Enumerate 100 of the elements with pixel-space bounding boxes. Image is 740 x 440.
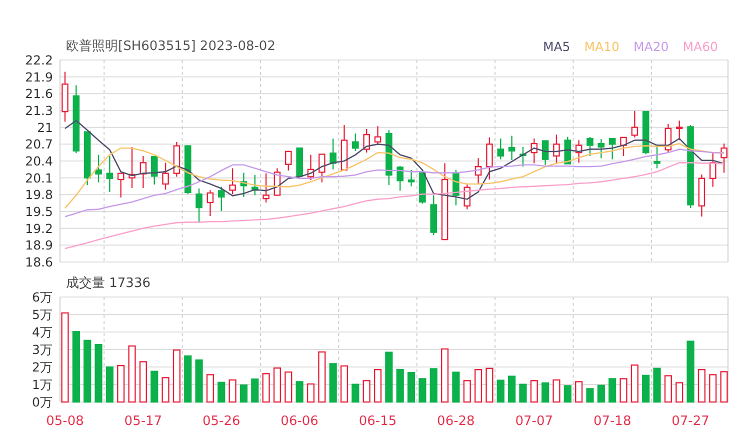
- volume-bar: [620, 378, 628, 403]
- rising-candlestick: [173, 142, 180, 177]
- volume-bar: [396, 369, 404, 403]
- volume-bar: [206, 374, 214, 403]
- volume-bar: [530, 380, 538, 403]
- volume-bar: [542, 382, 550, 403]
- volume-bar: [508, 376, 516, 403]
- rising-candlestick: [307, 154, 314, 180]
- volume-bar: [374, 369, 382, 403]
- rising-candlestick: [262, 173, 270, 203]
- rising-candlestick: [340, 125, 348, 171]
- volume-bar: [106, 366, 114, 403]
- axis-tick-label: 2万: [32, 360, 53, 374]
- volume-bar: [440, 348, 449, 403]
- volume-bar: [407, 372, 416, 403]
- rising-candlestick: [709, 153, 716, 187]
- falling-candlestick: [386, 130, 392, 186]
- falling-candlestick: [508, 136, 516, 160]
- falling-candlestick: [352, 134, 359, 151]
- rising-candlestick: [553, 134, 560, 164]
- volume-bar: [117, 365, 125, 403]
- rising-candlestick: [575, 140, 582, 163]
- axis-tick-label: 1万: [32, 377, 53, 392]
- volume-bar: [172, 349, 180, 403]
- volume-bar: [653, 368, 661, 403]
- axis-tick-label: 20.7: [25, 136, 53, 152]
- volume-bar: [273, 367, 282, 403]
- rising-candlestick: [229, 168, 236, 194]
- volume-bar: [474, 369, 482, 403]
- rising-candlestick: [162, 162, 169, 190]
- date-label: 07-07: [515, 414, 554, 429]
- falling-candlestick: [240, 172, 248, 197]
- falling-candlestick: [396, 166, 404, 191]
- falling-candlestick: [72, 85, 80, 154]
- falling-candlestick: [586, 136, 594, 156]
- rising-candlestick: [530, 138, 538, 164]
- falling-candlestick: [218, 186, 225, 211]
- volume-bar: [564, 385, 572, 403]
- rising-candlestick: [62, 72, 68, 122]
- volume-bar: [296, 381, 304, 403]
- volume-bar: [597, 384, 605, 403]
- rising-candlestick: [206, 190, 214, 216]
- volume-bar: [630, 364, 638, 403]
- volume-bar: [463, 380, 471, 403]
- volume-bar: [139, 361, 147, 403]
- legend-item: MA60: [682, 38, 718, 54]
- axis-tick-label: 22.2: [25, 55, 53, 68]
- axis-tick-label: 21.9: [25, 69, 53, 84]
- falling-candlestick: [408, 170, 415, 186]
- volume-bar: [228, 379, 236, 403]
- volume-bar: [486, 368, 494, 403]
- axis-tick-label: 20.1: [25, 170, 53, 186]
- falling-candlestick: [95, 154, 102, 182]
- volume-bar: [340, 365, 348, 403]
- rising-candlestick: [363, 129, 370, 153]
- date-label: 05-17: [124, 414, 162, 429]
- volume-bar: [306, 383, 315, 403]
- date-label: 05-08: [46, 414, 84, 429]
- rising-candlestick: [374, 126, 382, 145]
- axis-tick-label: 21: [37, 120, 53, 135]
- rising-candlestick: [620, 136, 627, 156]
- volume-bar: [284, 371, 292, 403]
- rising-candlestick: [698, 174, 706, 217]
- volume-bar: [575, 381, 583, 403]
- falling-candlestick: [296, 148, 303, 178]
- falling-candlestick: [84, 131, 91, 186]
- falling-candlestick: [564, 136, 572, 164]
- volume-bar: [586, 388, 594, 403]
- rising-candlestick: [117, 172, 124, 198]
- axis-tick-label: 5万: [32, 307, 53, 322]
- date-label: 07-18: [593, 414, 632, 429]
- falling-candlestick: [196, 188, 202, 223]
- volume-bar: [709, 374, 717, 403]
- rising-candlestick: [486, 137, 493, 180]
- axis-tick-label: 20.4: [25, 154, 53, 168]
- axis-tick-label: 21.3: [25, 103, 53, 118]
- rising-candlestick: [140, 156, 147, 188]
- falling-candlestick: [150, 156, 158, 185]
- volume-bar: [184, 355, 192, 403]
- falling-candlestick: [452, 170, 460, 206]
- falling-candlestick: [608, 138, 616, 160]
- date-label: 06-28: [437, 414, 475, 429]
- date-label: 06-06: [280, 414, 318, 429]
- volume-bar: [218, 382, 226, 403]
- rising-candlestick: [631, 111, 638, 138]
- date-label: 07-27: [672, 414, 710, 429]
- falling-candlestick: [330, 138, 336, 170]
- rising-candlestick: [474, 158, 482, 184]
- volume-bar: [329, 363, 337, 403]
- axis-tick-label: 18.9: [25, 238, 53, 253]
- volume-bar: [686, 340, 694, 403]
- volume-bar: [720, 371, 728, 403]
- axis-tick-label: 4万: [32, 324, 53, 340]
- volume-bar: [128, 345, 136, 403]
- rising-candlestick: [664, 124, 672, 153]
- axis-tick-label: 18.6: [25, 254, 53, 269]
- falling-candlestick: [430, 195, 438, 236]
- volume-bar: [452, 372, 460, 403]
- volume-bar: [150, 370, 158, 403]
- falling-candlestick: [642, 111, 650, 154]
